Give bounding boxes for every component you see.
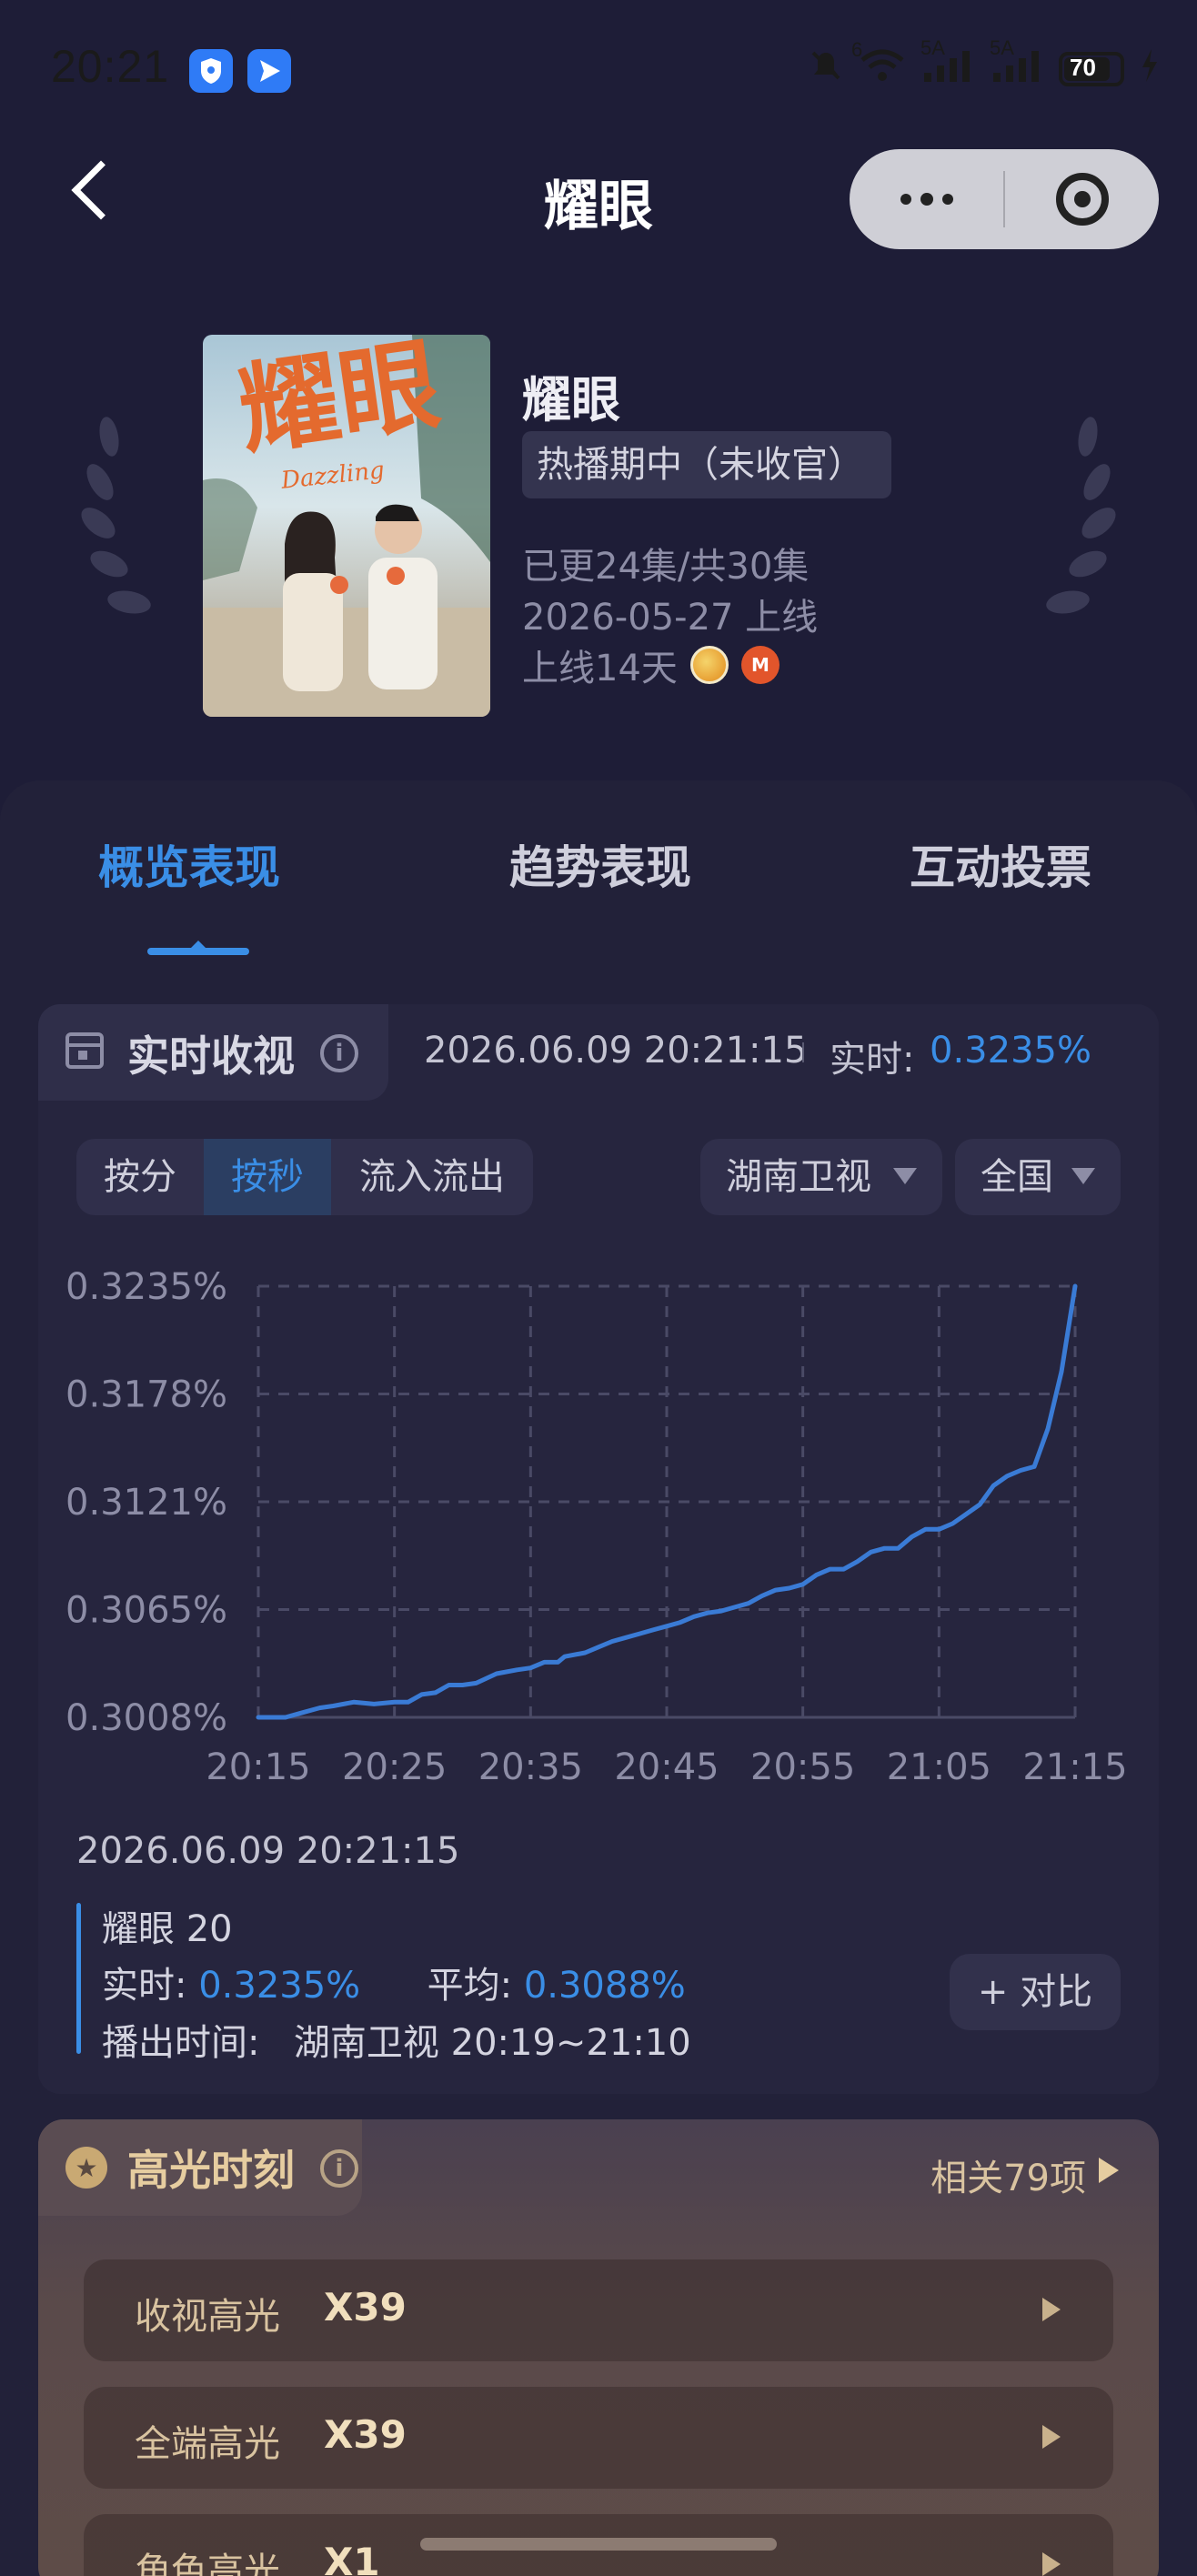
premiere-date: 2026-05-27 上线 xyxy=(522,597,819,639)
highlight-name: 收视高光 xyxy=(135,2296,280,2338)
x-tick-label: 20:45 xyxy=(614,1746,719,1788)
y-tick-label: 0.3178% xyxy=(65,1374,227,1416)
x-tick-label: 20:15 xyxy=(206,1746,310,1788)
days-online: 上线14天 xyxy=(522,648,678,689)
more-dots-icon[interactable] xyxy=(850,193,1003,206)
highlight-count: X1 xyxy=(324,2540,380,2576)
live-value: 0.3235% xyxy=(198,1965,361,2007)
legend-marker xyxy=(76,1903,81,2054)
episode-label: 耀眼 20 xyxy=(102,1908,233,1950)
drama-name: 耀眼 xyxy=(522,371,620,428)
avg-value: 0.3088% xyxy=(523,1965,686,2007)
mini-program-capsule xyxy=(850,149,1159,249)
calendar-icon xyxy=(65,1032,104,1069)
laurel-left-icon xyxy=(81,417,151,614)
avg-label: 平均: xyxy=(427,1965,513,2007)
tab-overview[interactable]: 概览表现 xyxy=(98,831,280,897)
hunan-tv-logo-icon xyxy=(689,646,729,684)
laurel-right-icon xyxy=(1046,417,1116,614)
highlight-name: 全端高光 xyxy=(135,2423,280,2465)
status-right-area: 6 5A 5A 70 xyxy=(808,36,1161,90)
rating-summary: 实时: 0.3235% 平均: 0.3088% xyxy=(102,1956,686,2008)
status-time: 20:21 xyxy=(51,41,170,92)
highlights-title: 高光时刻 xyxy=(127,2146,295,2195)
drama-poster[interactable]: 耀眼 Dazzling xyxy=(203,335,490,717)
signal-icon: 5A xyxy=(920,36,975,90)
y-tick-label: 0.3065% xyxy=(65,1590,227,1632)
airtime-value: 湖南卫视 20:19~21:10 xyxy=(293,2022,691,2064)
star-badge-icon: ★ xyxy=(65,2147,107,2189)
battery-icon: 70 xyxy=(1059,51,1124,86)
wifi-icon: 6 xyxy=(851,38,906,90)
segment-by-second[interactable]: 按秒 xyxy=(204,1139,331,1215)
realtime-line-chart[interactable]: 0.3235% 0.3178% 0.3121% 0.3065% 0.3008% 20:15… xyxy=(0,1246,1197,1810)
network-label: 6 xyxy=(851,38,863,61)
y-tick-label: 0.3008% xyxy=(65,1697,227,1739)
network-label: 5A xyxy=(990,36,1014,59)
tab-vote[interactable]: 互动投票 xyxy=(910,831,1091,897)
y-tick-label: 0.3235% xyxy=(65,1266,227,1308)
highlight-row[interactable]: 收视高光 X39 xyxy=(84,2259,1113,2361)
x-tick-label: 21:05 xyxy=(887,1746,991,1788)
network-label: 5A xyxy=(920,36,945,59)
airtime-row: 播出时间: 湖南卫视 20:19~21:10 xyxy=(102,2013,691,2066)
chevron-down-icon xyxy=(893,1168,917,1184)
realtime-label: 实时: xyxy=(830,1039,915,1081)
tab-indicator-caret xyxy=(189,941,207,950)
close-target-icon[interactable] xyxy=(1005,173,1159,226)
signal-icon: 5A xyxy=(990,36,1044,90)
poster-title: 耀眼 xyxy=(232,335,447,469)
compare-button[interactable]: + 对比 xyxy=(950,1954,1121,2030)
region-value: 全国 xyxy=(981,1156,1053,1198)
channel-dropdown[interactable]: 湖南卫视 xyxy=(700,1139,942,1215)
highlights-more-link[interactable]: 相关79项 xyxy=(930,2148,1086,2201)
chevron-down-icon xyxy=(1071,1168,1095,1184)
x-tick-label: 20:55 xyxy=(750,1746,855,1788)
episode-count: 已更24集/共30集 xyxy=(522,546,810,588)
divider xyxy=(802,1042,804,1062)
x-tick-label: 20:25 xyxy=(342,1746,447,1788)
highlight-count: X39 xyxy=(324,2412,407,2457)
play-arrow-icon xyxy=(1042,2425,1061,2449)
home-indicator[interactable] xyxy=(420,2538,777,2551)
y-tick-label: 0.3121% xyxy=(65,1482,227,1524)
live-label: 实时: xyxy=(102,1965,187,2007)
mute-bell-icon xyxy=(808,47,844,90)
x-tick-label: 21:15 xyxy=(1022,1746,1127,1788)
play-arrow-icon xyxy=(1042,2552,1061,2576)
airing-status-badge: 热播期中（未收官） xyxy=(522,431,891,498)
segment-by-minute[interactable]: 按分 xyxy=(76,1139,204,1215)
highlight-count: X39 xyxy=(324,2285,407,2329)
shield-app-icon xyxy=(189,49,233,93)
mango-tv-logo-icon: M xyxy=(740,646,780,684)
x-tick-label: 20:35 xyxy=(478,1746,583,1788)
granularity-segmented-control: 按分 按秒 流入流出 xyxy=(76,1139,533,1215)
charging-bolt-icon xyxy=(1139,47,1161,90)
realtime-value: 0.3235% xyxy=(930,1030,1091,1072)
segment-inflow-outflow[interactable]: 流入流出 xyxy=(331,1139,533,1215)
info-icon[interactable]: i xyxy=(320,1034,358,1072)
highlight-name: 角色高光 xyxy=(135,2551,280,2576)
days-online-row: 上线14天 M xyxy=(522,639,780,691)
region-dropdown[interactable]: 全国 xyxy=(955,1139,1121,1215)
battery-level: 70 xyxy=(1070,53,1096,81)
play-arrow-icon xyxy=(1042,2298,1061,2321)
play-arrow-icon[interactable] xyxy=(1099,2158,1119,2183)
paper-plane-app-icon xyxy=(247,49,291,93)
tab-trend[interactable]: 趋势表现 xyxy=(509,831,691,897)
highlight-row[interactable]: 全端高光 X39 xyxy=(84,2387,1113,2489)
airtime-label: 播出时间: xyxy=(102,2022,260,2064)
selected-timestamp: 2026.06.09 20:21:15 xyxy=(76,1830,460,1872)
realtime-title: 实时收视 xyxy=(127,1031,295,1081)
realtime-timestamp: 2026.06.09 20:21:15 xyxy=(424,1030,808,1072)
info-icon[interactable]: i xyxy=(320,2149,358,2188)
channel-value: 湖南卫视 xyxy=(726,1156,871,1198)
